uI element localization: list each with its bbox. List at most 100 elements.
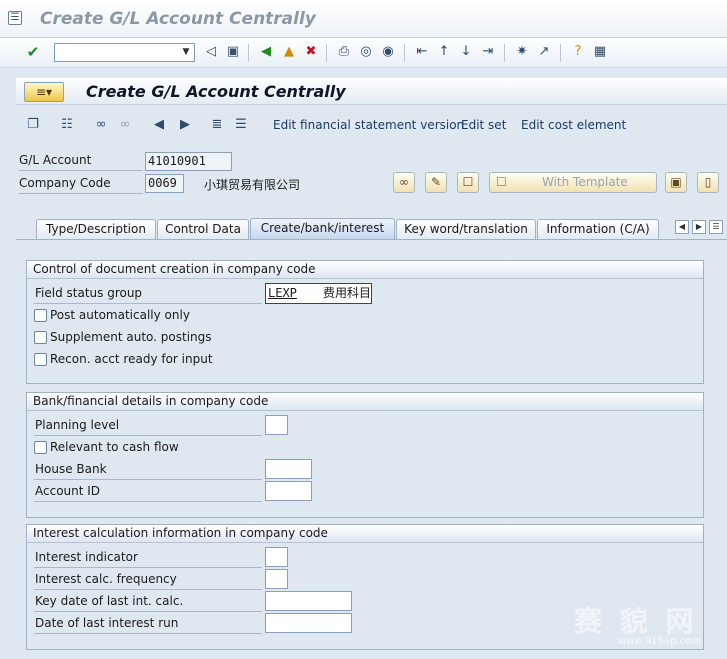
field-status-group-highlight: LEXP 费用科目 — [265, 283, 372, 304]
with-template-label: With Template — [542, 175, 628, 189]
app-title-bar: ≡▾ Create G/L Account Centrally — [16, 78, 727, 105]
toolbar-separator — [326, 44, 327, 62]
tab-list-icon[interactable]: ☰ — [709, 220, 723, 234]
next-page-icon[interactable]: ↓ — [457, 43, 475, 61]
tab-key-word-translation[interactable]: Key word/translation — [396, 219, 536, 239]
toolbar-separator — [404, 44, 405, 62]
house-bank-label: House Bank — [35, 462, 107, 476]
new-session-icon[interactable]: ✷ — [513, 43, 531, 61]
interest-frequency-label: Interest calc. frequency — [35, 572, 177, 586]
exit-icon[interactable]: ▲ — [280, 43, 298, 61]
house-bank-input[interactable] — [265, 459, 312, 479]
tab-control-data[interactable]: Control Data — [157, 219, 249, 239]
toolbar-separator — [504, 44, 505, 62]
field-status-group-label: Field status group — [35, 286, 143, 300]
cash-flow-label: Relevant to cash flow — [50, 440, 179, 454]
window-title-bar: ☰ Create G/L Account Centrally — [0, 0, 727, 38]
group-title: Bank/financial details in company code — [27, 393, 703, 411]
application-toolbar: ❐ ☷ ∞ ∞ ◀ ▶ ≣ ☰ Edit financial statement… — [16, 110, 727, 140]
print-icon[interactable]: ⎙ — [335, 43, 353, 61]
enter-icon[interactable]: ✔ — [24, 43, 42, 61]
group-bank-details: Bank/financial details in company code — [26, 392, 704, 518]
post-automatically-label: Post automatically only — [50, 308, 190, 322]
planning-level-input[interactable] — [265, 415, 288, 435]
with-template-button[interactable]: ☐ With Template — [489, 172, 657, 193]
field-status-group-field[interactable]: LEXP — [268, 285, 297, 302]
first-page-icon[interactable]: ⇤ — [413, 43, 431, 61]
label-underline — [19, 193, 143, 194]
customize-layout-icon[interactable]: ▦ — [591, 43, 609, 61]
cancel-icon[interactable]: ✖ — [302, 43, 320, 61]
tab-type-description[interactable]: Type/Description — [36, 219, 156, 239]
next-entry-icon[interactable]: ▶ — [176, 116, 194, 134]
hierarchy-icon[interactable]: ☷ — [58, 116, 76, 134]
watermark-url: www.915ap.com — [618, 636, 701, 647]
glasses-icon[interactable]: ∞ — [393, 172, 415, 193]
label-underline — [34, 501, 262, 502]
menu-icon[interactable]: ≡▾ — [24, 82, 64, 102]
last-interest-run-input[interactable] — [265, 613, 352, 633]
supplement-postings-checkbox[interactable] — [34, 331, 47, 344]
group-title: Interest calculation information in comp… — [27, 525, 703, 543]
tab-scroll-left-icon[interactable]: ◀ — [675, 220, 689, 234]
company-code-field[interactable]: 0069 — [145, 174, 184, 193]
template-icon: ☐ — [496, 175, 507, 189]
trash-icon[interactable]: ▯ — [697, 172, 719, 193]
account-id-input[interactable] — [265, 481, 312, 501]
interest-frequency-input[interactable] — [265, 569, 288, 589]
recon-acct-checkbox[interactable] — [34, 353, 47, 366]
label-underline — [34, 435, 262, 436]
tab-scroll-right-icon[interactable]: ▶ — [692, 220, 706, 234]
account-id-label: Account ID — [35, 484, 101, 498]
company-name: 小琪贸易有限公司 — [204, 178, 301, 192]
shortcut-icon[interactable]: ↗ — [535, 43, 553, 61]
find-icon[interactable]: ◎ — [357, 43, 375, 61]
group-title: Control of document creation in company … — [27, 261, 703, 279]
company-code-label: Company Code — [19, 176, 111, 190]
pencil-icon[interactable]: ✎ — [425, 172, 447, 193]
last-interest-run-label: Date of last interest run — [35, 616, 179, 630]
toolbar-separator — [248, 44, 249, 62]
key-date-input[interactable] — [265, 591, 352, 611]
back-icon[interactable]: ◀ — [257, 43, 275, 61]
post-automatically-checkbox[interactable] — [34, 309, 47, 322]
display-change-icon[interactable]: ❐ — [24, 116, 42, 134]
save-icon[interactable]: ▣ — [224, 43, 242, 61]
label-underline — [19, 170, 143, 171]
recon-acct-label: Recon. acct ready for input — [50, 352, 213, 366]
toolbar-separator — [560, 44, 561, 62]
tab-information-ca[interactable]: Information (C/A) — [537, 219, 659, 239]
field-status-group-text: 费用科目 — [323, 286, 372, 300]
tab-create-bank-interest[interactable]: Create/bank/interest — [250, 218, 395, 239]
previous-entry-icon[interactable]: ◀ — [150, 116, 168, 134]
edit-fs-version-link[interactable]: Edit financial statement version — [273, 118, 464, 132]
where-used-icon[interactable]: ≣ — [208, 116, 226, 134]
standard-toolbar: ✔ ▼ ◁ ▣ ◀ ▲ ✖ ⎙ ◎ ◉ ⇤ ↑ ↓ ⇥ ✷ ↗ ? ▦ — [0, 38, 727, 68]
find-next-icon[interactable]: ◉ — [379, 43, 397, 61]
label-underline — [34, 479, 262, 480]
interest-indicator-label: Interest indicator — [35, 550, 138, 564]
triangle-left-icon[interactable]: ◁ — [202, 43, 220, 61]
label-underline — [34, 567, 262, 568]
sys-menu-icon[interactable]: ☰ — [8, 11, 22, 25]
cash-flow-checkbox[interactable] — [34, 441, 47, 454]
edit-cost-element-link[interactable]: Edit cost element — [521, 118, 626, 132]
supplement-postings-label: Supplement auto. postings — [50, 330, 212, 344]
chevron-down-icon[interactable]: ▼ — [178, 44, 194, 61]
last-page-icon[interactable]: ⇥ — [479, 43, 497, 61]
label-underline — [34, 633, 262, 634]
interest-indicator-input[interactable] — [265, 547, 288, 567]
edit-set-link[interactable]: Edit set — [461, 118, 506, 132]
command-field[interactable]: ▼ — [54, 43, 195, 62]
notes-icon[interactable]: ☰ — [232, 116, 250, 134]
new-document-icon[interactable]: ☐ — [457, 172, 479, 193]
key-date-label: Key date of last int. calc. — [35, 594, 184, 608]
help-icon[interactable]: ? — [569, 43, 587, 61]
previous-page-icon[interactable]: ↑ — [435, 43, 453, 61]
watermark-text: 赛 貌 网 — [574, 605, 698, 638]
gl-account-field[interactable]: 41010901 — [145, 152, 232, 171]
unlink-icon[interactable]: ∞ — [116, 116, 134, 134]
link-icon[interactable]: ∞ — [92, 116, 110, 134]
page-title: Create G/L Account Centrally — [86, 82, 346, 101]
lock-icon[interactable]: ▣ — [665, 172, 687, 193]
